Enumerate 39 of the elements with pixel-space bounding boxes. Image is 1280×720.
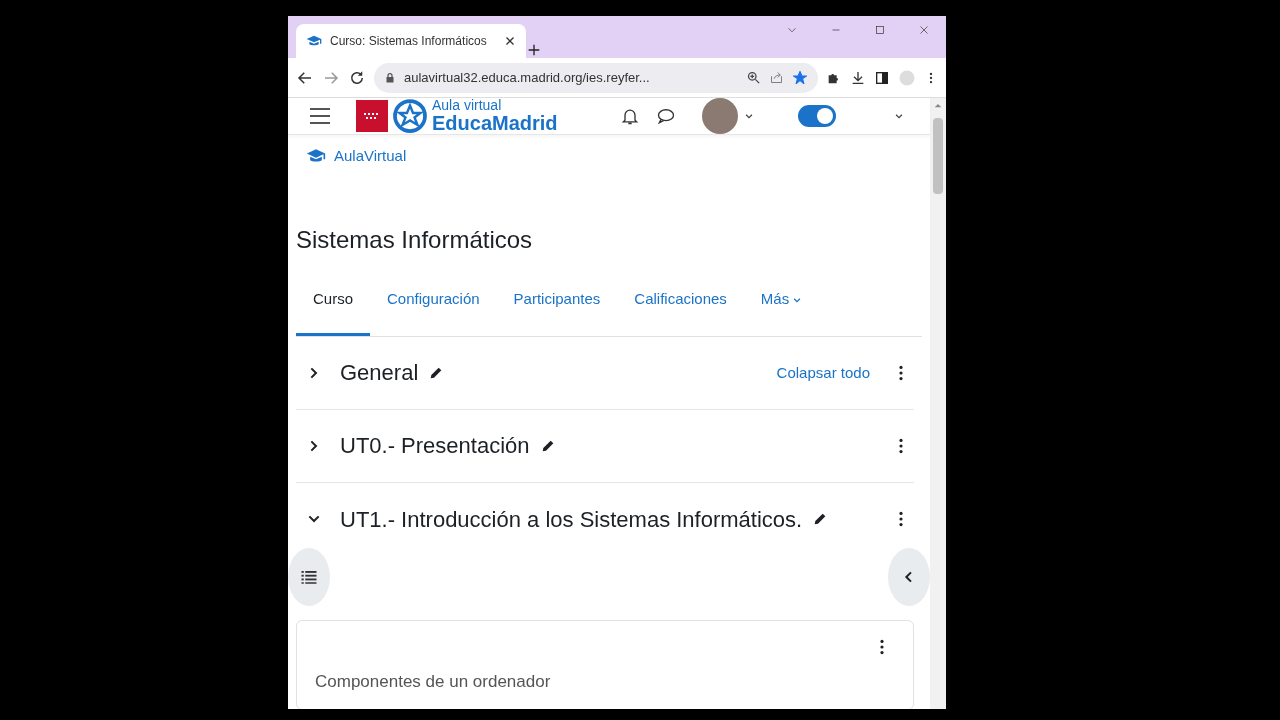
course-tab[interactable]: Curso — [296, 278, 370, 336]
share-icon[interactable] — [769, 70, 784, 85]
scrollbar-thumb[interactable] — [933, 118, 943, 194]
toggle-switch[interactable] — [798, 105, 836, 127]
section-title[interactable]: UT0.- Presentación — [340, 429, 530, 463]
scrollbar[interactable] — [930, 98, 946, 709]
download-icon[interactable] — [850, 69, 866, 86]
flag-icon — [356, 100, 388, 132]
zoom-icon[interactable] — [746, 70, 761, 85]
dropdown-tab[interactable]: Más — [743, 278, 820, 336]
course-tab[interactable]: Calificaciones — [617, 278, 744, 336]
logo-subtitle: Aula virtual — [432, 98, 503, 112]
caret-icon[interactable] — [894, 111, 904, 121]
collapse-all-link[interactable]: Colapsar todo — [776, 361, 870, 385]
avatar[interactable] — [702, 98, 738, 134]
kebab-menu-icon[interactable] — [879, 638, 885, 655]
course-title: Sistemas Informáticos — [296, 225, 534, 255]
caret-icon[interactable] — [744, 111, 754, 121]
kebab-menu-icon[interactable] — [898, 437, 904, 454]
kebab-menu-icon[interactable] — [898, 364, 904, 381]
course-tab[interactable]: Configuración — [370, 278, 497, 336]
plus-icon[interactable] — [526, 42, 542, 58]
kebab-menu-icon[interactable] — [898, 511, 904, 528]
chat-bubble-icon[interactable] — [656, 106, 676, 126]
sidebar-icon[interactable] — [874, 69, 890, 86]
breadcrumb-link[interactable]: AulaVirtual — [334, 145, 407, 168]
address-bar[interactable]: aulavirtual32.educa.madrid.org/ies.reyfer... — [374, 62, 818, 93]
star-icon[interactable] — [792, 69, 808, 86]
url-text: aulavirtual32.educa.madrid.org/ies.reyfer... — [404, 68, 651, 87]
browser-tab[interactable]: Curso: Sistemas Informáticos — [296, 24, 526, 58]
close-icon[interactable] — [504, 35, 516, 47]
activity-title[interactable]: Componentes de un ordenador — [315, 668, 885, 695]
section-title[interactable]: UT1.- Introducción a los Sistemas Informáticos. — [340, 502, 803, 536]
logo-title: EducaMadrid — [432, 112, 558, 134]
course-tab[interactable]: Participantes — [496, 278, 618, 336]
section-title[interactable]: General — [340, 356, 419, 390]
star-circle-icon — [392, 98, 428, 134]
scroll-up-icon — [934, 102, 942, 110]
lock-icon — [384, 71, 396, 84]
